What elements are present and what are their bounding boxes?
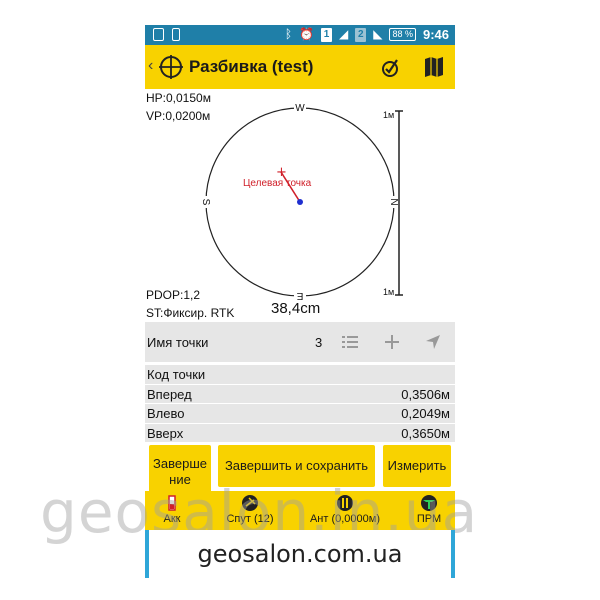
- hp-readout: HP:0,0150м: [146, 91, 211, 105]
- pdop-readout: PDOP:1,2: [146, 288, 201, 302]
- point-code-row: Код точки: [145, 365, 455, 385]
- row-key: Влево: [147, 406, 185, 421]
- stakeout-mode-icon[interactable]: [377, 54, 403, 80]
- row-value: 0,3650м: [401, 425, 450, 441]
- sim2-icon: 2: [355, 27, 367, 42]
- forward-row: Вперед 0,3506м: [145, 384, 455, 404]
- toolbar: ‹ Разбивка (test): [145, 45, 455, 89]
- gallery-notification-icon: [153, 28, 164, 41]
- battery-notification-icon: [172, 28, 180, 41]
- wifi-icon: ◣: [373, 27, 383, 41]
- stakeout-values: Код точки Вперед 0,3506м Влево 0,2049м В…: [145, 365, 455, 443]
- left-row: Влево 0,2049м: [145, 404, 455, 424]
- status-bar: ᛒ ⏰ 1 ◢ 2 ◣ 88 % 9:46: [145, 25, 455, 45]
- footer-site-name: geosalon.com.ua: [197, 540, 403, 568]
- back-chevron-icon[interactable]: ‹: [148, 57, 153, 75]
- battery-icon: 88 %: [389, 28, 416, 41]
- point-name-row: Имя точки 3: [145, 322, 455, 362]
- scale-top-label: 1м: [383, 110, 394, 120]
- watermark-footer: geosalon.com.ua: [145, 530, 455, 578]
- row-value: 0,2049м: [401, 406, 450, 421]
- sim1-icon: 1: [320, 27, 332, 42]
- clock: 9:46: [422, 27, 449, 42]
- page-title: Разбивка (test): [189, 57, 314, 76]
- distance-readout: 38,4cm: [271, 300, 321, 317]
- dir-left-label: S: [200, 199, 211, 206]
- compass-area: W E S N 1м 1м + Целевая точка HP:0,0150м…: [145, 89, 455, 322]
- row-value: 0,3506м: [401, 386, 450, 402]
- point-name-value: 3: [315, 335, 323, 350]
- solution-status: ST:Фиксир. RTK: [146, 306, 235, 320]
- target-label: Целевая точка: [243, 178, 312, 189]
- current-position-dot: [297, 199, 303, 205]
- alarm-icon: ⏰: [299, 27, 314, 41]
- stakeout-target-icon: [159, 55, 183, 79]
- list-icon[interactable]: [340, 332, 360, 352]
- map-icon[interactable]: [421, 54, 447, 80]
- signal-icon: ◢: [338, 27, 349, 41]
- row-key: Вперед: [147, 386, 192, 402]
- phone-screen: ᛒ ⏰ 1 ◢ 2 ◣ 88 % 9:46 ‹ Разбивка (test): [145, 25, 455, 530]
- row-key: Вверх: [147, 425, 184, 441]
- scale-bottom-label: 1м: [383, 287, 394, 297]
- vp-readout: VP:0,0200м: [146, 109, 211, 123]
- navigate-arrow-icon[interactable]: [423, 332, 443, 352]
- add-icon[interactable]: [382, 332, 402, 352]
- bluetooth-icon: ᛒ: [284, 27, 293, 41]
- up-row: Вверх 0,3650м: [145, 423, 455, 443]
- row-key: Код точки: [147, 367, 206, 382]
- point-name-label: Имя точки: [147, 335, 209, 350]
- dir-top-label: W: [295, 103, 305, 114]
- finish-label-line1: Заверше: [153, 456, 207, 471]
